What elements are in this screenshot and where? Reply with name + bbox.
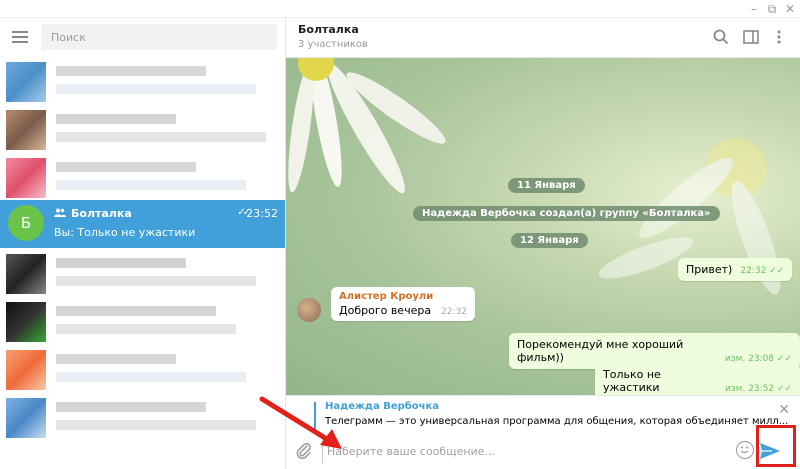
close-icon[interactable]: ✕ [778, 402, 790, 418]
search-input[interactable] [41, 24, 277, 50]
incoming-message[interactable]: Алистер Кроули Доброго вечера 22:32 [331, 287, 476, 321]
group-icon [54, 208, 66, 220]
blurred-text [56, 162, 196, 172]
message-text: Доброго вечера [339, 304, 432, 317]
blurred-avatar [6, 158, 46, 198]
blurred-text [56, 306, 216, 316]
composer [286, 433, 800, 469]
blurred-avatar [6, 350, 46, 390]
avatar[interactable] [297, 298, 321, 322]
date-separator: 12 Января [511, 233, 588, 248]
chat-item-blurred[interactable] [0, 56, 285, 104]
chat-item-blurred[interactable] [0, 104, 285, 152]
restore-button[interactable]: ⧉ [764, 1, 780, 17]
chat-time: 23:52 [246, 207, 278, 220]
avatar: Б [8, 205, 44, 241]
chat-item-blurred[interactable] [0, 344, 285, 392]
emoji-icon[interactable] [736, 441, 754, 459]
blurred-text [56, 180, 246, 190]
message-input[interactable] [322, 439, 722, 463]
chat-item-blurred[interactable] [0, 248, 285, 296]
message-time: изм. 23:52 ✓✓ [724, 384, 792, 394]
chat-header: Болталка 3 участников [286, 18, 800, 58]
sidebar-toggle-icon[interactable] [742, 28, 760, 46]
blurred-text [56, 324, 236, 334]
search-icon[interactable] [712, 28, 730, 46]
sidebar: Б Болталка ✓✓ 23:52 Вы: Только не ужасти… [0, 18, 286, 469]
blurred-avatar [6, 62, 46, 102]
blurred-text [56, 420, 256, 430]
members-count: 3 участников [298, 39, 368, 50]
blurred-text [56, 258, 186, 268]
chat-item-blurred[interactable] [0, 296, 285, 344]
hamburger-menu-icon[interactable] [12, 31, 28, 43]
chat-list: Б Болталка ✓✓ 23:52 Вы: Только не ужасти… [0, 56, 285, 440]
chat-item-blurred[interactable] [0, 392, 285, 440]
message-text: Привет) [686, 263, 733, 276]
chat-preview: Вы: Только не ужастики [54, 226, 196, 239]
chat-title: Болталка [54, 207, 132, 220]
title-bar: – ⧉ ✕ [0, 0, 800, 18]
outgoing-message[interactable]: Только не ужастики изм. 23:52 ✓✓ [595, 363, 800, 395]
annotation-arrow-icon [259, 396, 342, 449]
blurred-text [56, 354, 176, 364]
message-text: Порекомендуй мне хороший фильм)) [517, 338, 684, 364]
blurred-avatar [6, 302, 46, 342]
blurred-avatar [6, 110, 46, 150]
chat-title-text: Болталка [71, 207, 132, 220]
message-area: 11 Января Надежда Вербочка создал(а) гру… [286, 58, 800, 395]
blurred-text [56, 84, 256, 94]
message-time: 22:32 ✓✓ [740, 266, 785, 276]
blurred-avatar [6, 254, 46, 294]
sender-name[interactable]: Алистер Кроули [339, 291, 467, 302]
blurred-text [56, 372, 246, 382]
blurred-text [56, 402, 206, 412]
message-text: Только не ужастики [603, 368, 661, 394]
minimize-button[interactable]: – [746, 1, 762, 17]
more-options-icon[interactable] [770, 28, 788, 46]
service-message: Надежда Вербочка создал(а) группу «Болта… [413, 206, 720, 221]
blurred-text [56, 114, 176, 124]
chat-item-blurred[interactable] [0, 152, 285, 200]
highlight-box [756, 425, 796, 467]
date-separator: 11 Января [508, 178, 585, 193]
blurred-text [56, 276, 256, 286]
reply-text: Телеграмм — это универсальная программа … [325, 416, 789, 427]
message-time: 22:32 [441, 307, 468, 317]
outgoing-message[interactable]: Привет) 22:32 ✓✓ [678, 258, 793, 281]
close-button[interactable]: ✕ [782, 1, 798, 17]
search-box [41, 24, 277, 50]
chat-item-boltalka[interactable]: Б Болталка ✓✓ 23:52 Вы: Только не ужасти… [0, 200, 285, 248]
blurred-text [56, 132, 266, 142]
blurred-avatar [6, 398, 46, 438]
page-title[interactable]: Болталка [298, 23, 359, 36]
blurred-text [56, 66, 206, 76]
reply-preview: Надежда Вербочка Телеграмм — это универс… [286, 395, 800, 433]
